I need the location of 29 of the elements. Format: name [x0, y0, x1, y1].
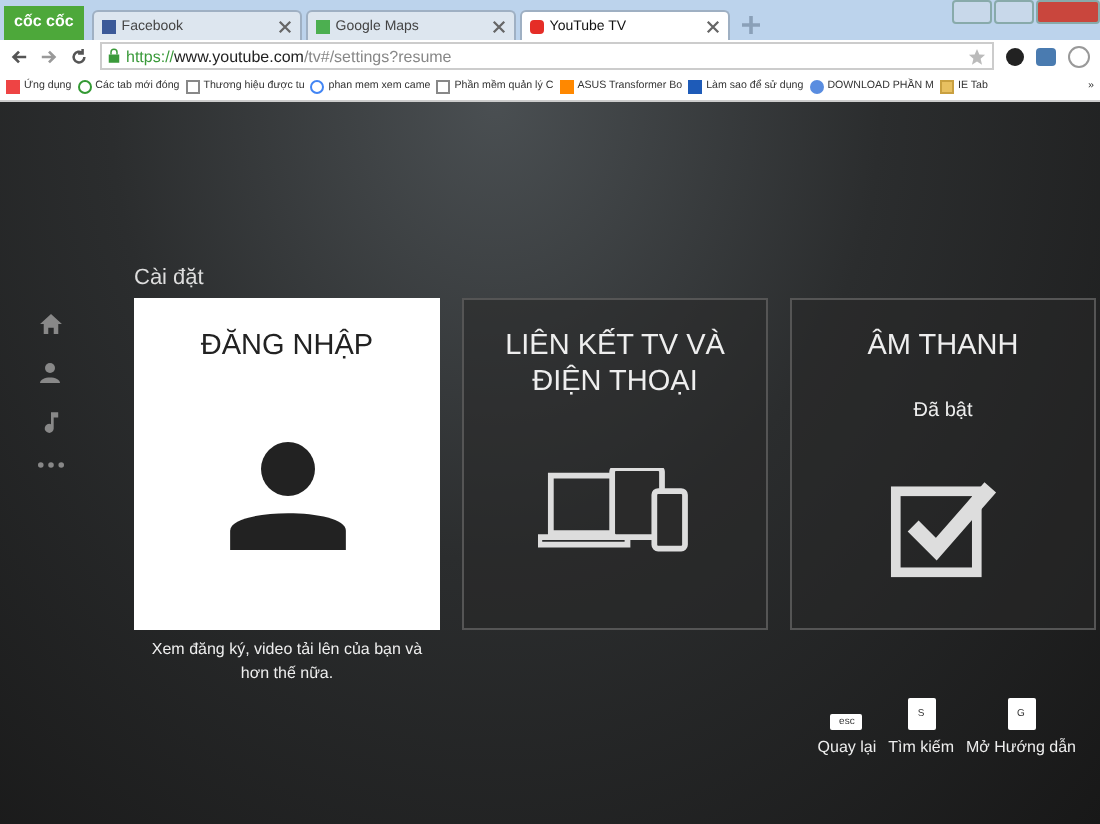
lock-icon — [108, 48, 120, 64]
address-field[interactable]: https://www.youtube.com/tv#/settings?resume — [100, 42, 994, 70]
status-label: Đã bật — [913, 400, 973, 422]
settings-card[interactable]: ĐĂNG NHẬP — [134, 298, 440, 630]
person-icon — [229, 442, 345, 550]
close-icon[interactable] — [705, 19, 720, 33]
reload-icon[interactable] — [70, 47, 88, 65]
site-icon — [315, 19, 330, 33]
person-icon[interactable] — [40, 362, 60, 384]
card-title: ĐĂNG NHẬP — [198, 328, 376, 364]
card-title: ÂM THANH — [865, 328, 1021, 364]
music-note-icon[interactable] — [41, 412, 59, 434]
site-icon — [101, 19, 116, 33]
settings-card[interactable]: LIÊN KẾT TV VÀ ĐIỆN THOẠI — [462, 298, 768, 630]
close-icon[interactable] — [277, 19, 292, 33]
forward-icon[interactable] — [40, 47, 58, 65]
star-icon[interactable] — [968, 47, 986, 65]
card-description: Xem đăng ký, video tải lên của bạn và hơn thế nữa. — [149, 638, 425, 686]
card-title: LIÊN KẾT TV VÀ ĐIỆN THOẠI — [503, 328, 727, 400]
hint-label: Tìm kiếm — [888, 738, 955, 756]
page-title: Cài đặt — [134, 266, 206, 294]
settings-card[interactable]: ÂM THANH Đã bật — [790, 298, 1096, 630]
site-icon — [529, 19, 544, 33]
back-icon[interactable] — [10, 47, 28, 65]
more-icon[interactable] — [37, 462, 63, 468]
home-icon[interactable] — [39, 314, 61, 334]
close-icon[interactable] — [491, 19, 506, 33]
hint-label: Mở Hướng dẫn — [966, 738, 1076, 756]
hint-label: Quay lại — [817, 738, 877, 756]
